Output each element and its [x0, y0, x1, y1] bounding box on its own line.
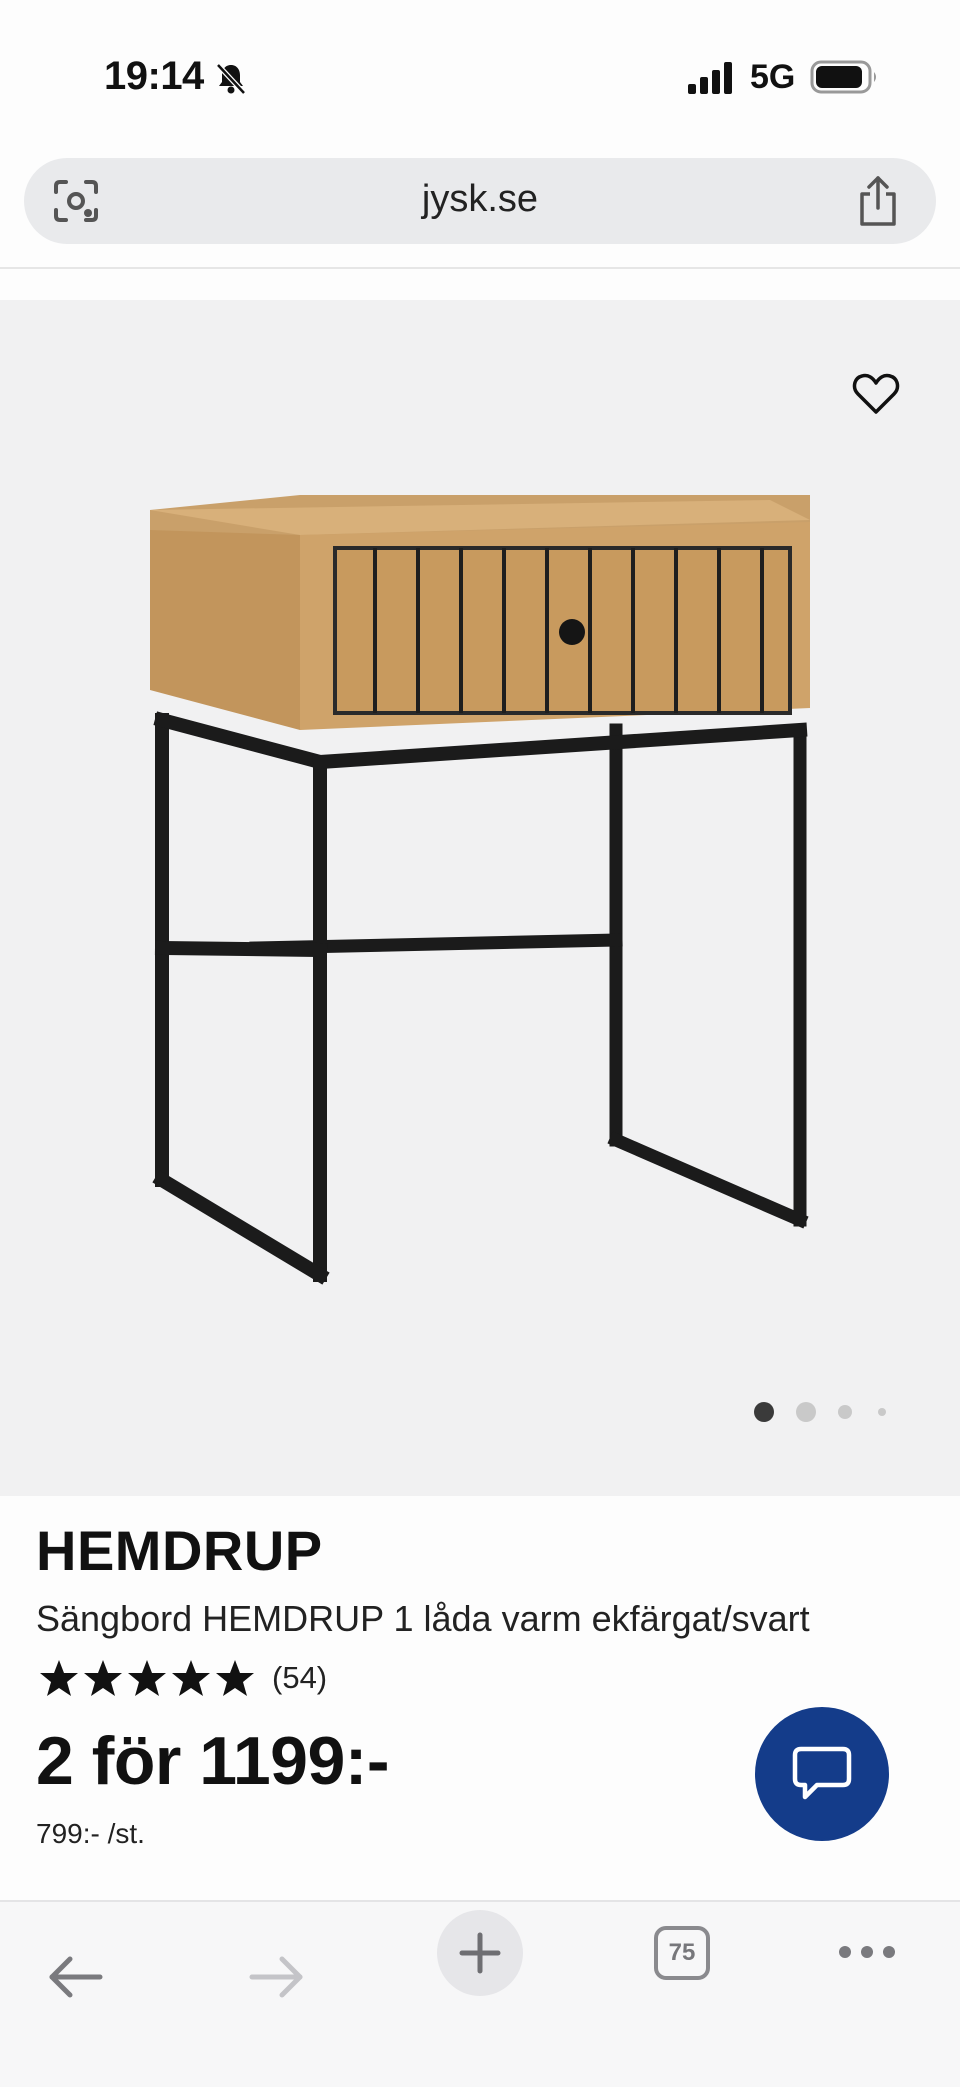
plus-icon — [459, 1932, 501, 1974]
signal-bars-icon — [688, 62, 732, 94]
product-title: Sängbord HEMDRUP 1 låda varm ekfärgat/sv… — [36, 1598, 810, 1639]
chat-button[interactable] — [755, 1707, 889, 1841]
divider — [0, 267, 960, 269]
star-icon — [84, 1660, 122, 1696]
tabs-icon[interactable]: 75 — [654, 1926, 710, 1980]
forward-arrow-icon[interactable] — [248, 1952, 306, 2002]
unit-price: 799:- /st. — [36, 1818, 145, 1849]
chat-bubble-icon — [792, 1746, 852, 1800]
more-icon[interactable] — [838, 1940, 896, 1964]
review-count[interactable]: (54) — [272, 1660, 327, 1696]
carousel-dot[interactable] — [796, 1402, 816, 1422]
product-image — [150, 495, 810, 1285]
status-bar: 19:14 5G — [0, 0, 960, 150]
tabs-count: 75 — [668, 1939, 696, 1966]
battery-icon — [810, 60, 876, 94]
heart-icon[interactable] — [852, 372, 900, 416]
carousel-dot[interactable] — [878, 1408, 886, 1416]
address-bar[interactable]: jysk.se — [24, 158, 936, 244]
status-time: 19:14 — [104, 54, 204, 98]
network-type: 5G — [750, 58, 796, 96]
star-icon — [40, 1660, 78, 1696]
product-rating[interactable]: (54) — [38, 1658, 327, 1698]
product-price: 2 för 1199:- — [36, 1723, 390, 1799]
carousel-indicator[interactable] — [754, 1402, 886, 1422]
share-icon[interactable] — [854, 174, 902, 228]
star-icon — [216, 1660, 254, 1696]
product-brand: HEMDRUP — [36, 1519, 323, 1582]
back-arrow-icon[interactable] — [46, 1952, 104, 2002]
carousel-dot-active[interactable] — [754, 1402, 774, 1422]
product-gallery[interactable] — [0, 300, 960, 1496]
carousel-dot[interactable] — [838, 1405, 852, 1419]
url-text[interactable]: jysk.se — [24, 178, 936, 221]
star-icon — [172, 1660, 210, 1696]
star-icon — [128, 1660, 166, 1696]
bell-slash-icon — [216, 63, 246, 95]
new-tab-button[interactable] — [437, 1910, 523, 1996]
